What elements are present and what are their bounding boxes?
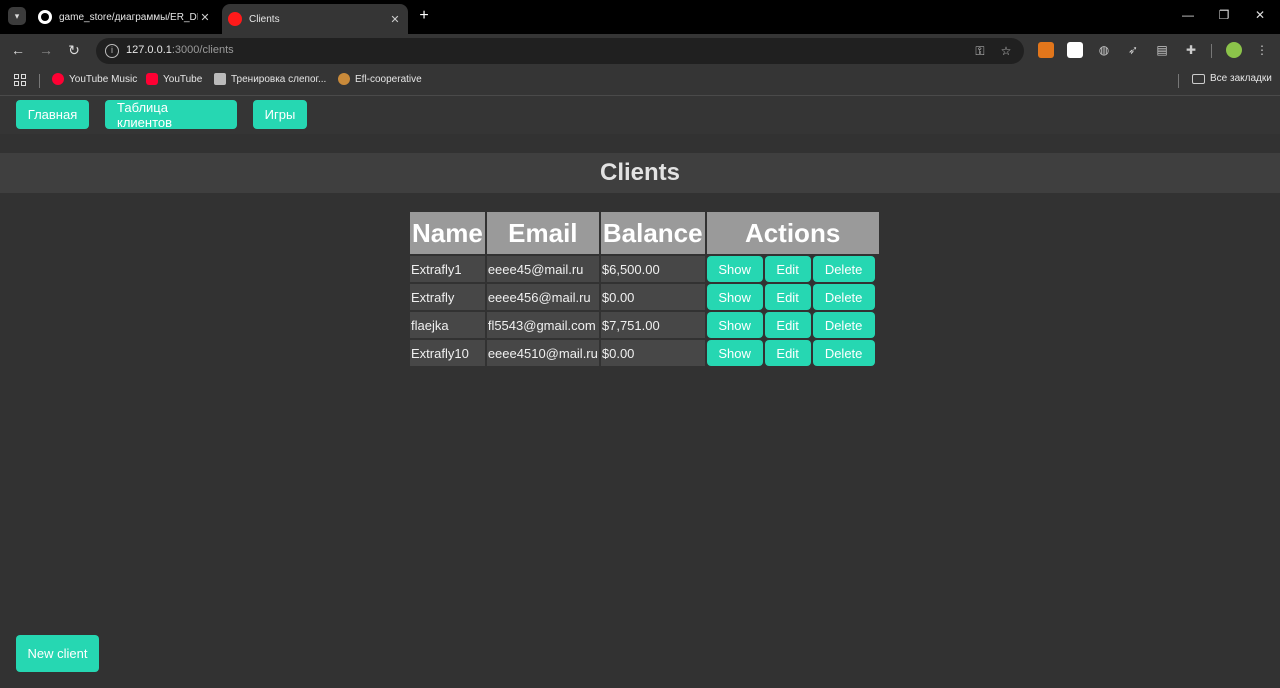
table-row: flaejka fl5543@gmail.com $7,751.00 Show E…: [410, 312, 879, 338]
menu-icon[interactable]: ⋮: [1254, 42, 1270, 58]
page-content: Главная Таблица клиентов Игры Clients Na…: [0, 96, 1280, 688]
cell-name: Extrafly: [410, 284, 485, 310]
table-header-row: Name Email Balance Actions: [410, 212, 879, 254]
browser-toolbar: ← → ↻ i 127.0.0.1:3000/clients ⚿ ☆ ◍ ➶ ▤…: [0, 34, 1280, 66]
toolbar-divider: [1211, 44, 1212, 58]
delete-button[interactable]: Delete: [812, 340, 875, 366]
clients-table: Name Email Balance Actions Extrafly1 eee…: [408, 210, 881, 368]
cell-name: Extrafly10: [410, 340, 485, 366]
new-tab-button[interactable]: +: [416, 7, 432, 25]
avatar[interactable]: [1226, 42, 1242, 58]
cell-actions: Show Edit Delete: [706, 284, 879, 310]
new-client-button[interactable]: New client: [16, 635, 99, 672]
delete-button[interactable]: Delete: [812, 312, 875, 338]
page-title: Clients: [599, 159, 680, 186]
github-icon: [38, 10, 52, 24]
nav-home-link[interactable]: Главная: [16, 100, 89, 129]
bookmark-youtube-music[interactable]: YouTube Music: [52, 73, 137, 85]
delete-button[interactable]: Delete: [812, 256, 875, 282]
show-button[interactable]: Show: [706, 312, 763, 338]
extension-icon[interactable]: [1067, 42, 1083, 58]
favicon-icon: [228, 12, 242, 26]
table-row: Extrafly eeee456@mail.ru $0.00 Show Edit D…: [410, 284, 879, 310]
folder-icon: [1192, 73, 1205, 84]
puzzle-icon[interactable]: ✚: [1183, 42, 1199, 58]
table-row: Extrafly1 eeee45@mail.ru $6,500.00 Show E…: [410, 256, 879, 282]
edit-button[interactable]: Edit: [764, 256, 811, 282]
cell-name: Extrafly1: [410, 256, 485, 282]
cell-name: flaejka: [410, 312, 485, 338]
show-button[interactable]: Show: [706, 340, 763, 366]
bookmark-divider: [39, 74, 40, 88]
tab-clients[interactable]: Clients ✕: [222, 4, 408, 34]
close-icon[interactable]: ✕: [388, 13, 402, 26]
page-header: Clients: [0, 153, 1280, 193]
page-icon: [214, 73, 226, 85]
forward-icon[interactable]: →: [36, 40, 56, 60]
cell-email: fl5543@gmail.com: [486, 312, 599, 338]
youtube-music-icon: [52, 73, 64, 85]
table-row: Extrafly10 eeee4510@mail.ru $0.00 Show Ed…: [410, 340, 879, 366]
globe-icon[interactable]: ◍: [1096, 42, 1112, 58]
site-info-icon[interactable]: i: [105, 44, 119, 58]
column-header-name: Name: [410, 212, 485, 254]
tab-title: Clients: [249, 13, 280, 25]
edit-button[interactable]: Edit: [764, 312, 811, 338]
efl-icon: [338, 73, 350, 85]
minimize-button[interactable]: —: [1178, 8, 1198, 22]
tab-strip: ▾ game_store/диаграммы/ER_DI... ✕ Client…: [0, 0, 1280, 34]
column-header-email: Email: [486, 212, 599, 254]
edit-button[interactable]: Edit: [764, 340, 811, 366]
restore-button[interactable]: ❐: [1214, 8, 1234, 22]
column-header-actions: Actions: [706, 212, 879, 254]
cell-balance: $0.00: [600, 284, 705, 310]
all-bookmarks[interactable]: Все закладки: [1192, 73, 1272, 84]
reload-icon[interactable]: ↻: [64, 40, 84, 60]
tab-github[interactable]: game_store/диаграммы/ER_DI... ✕: [32, 4, 218, 30]
bookmark-divider: [1178, 74, 1179, 88]
cell-balance: $0.00: [600, 340, 705, 366]
nav-clients-link[interactable]: Таблица клиентов: [105, 100, 237, 130]
close-window-button[interactable]: ✕: [1250, 8, 1270, 22]
cell-email: eeee45@mail.ru: [486, 256, 599, 282]
address-bar[interactable]: i 127.0.0.1:3000/clients ⚿ ☆: [96, 38, 1024, 64]
site-nav: Главная Таблица клиентов Игры: [0, 96, 1280, 134]
rocket-icon[interactable]: ➶: [1125, 42, 1141, 58]
printer-icon[interactable]: ▤: [1154, 42, 1170, 58]
nav-games-link[interactable]: Игры: [253, 100, 307, 129]
key-icon[interactable]: ⚿: [972, 43, 988, 59]
tab-title: game_store/диаграммы/ER_DI...: [59, 11, 198, 23]
cell-actions: Show Edit Delete: [706, 312, 879, 338]
column-header-balance: Balance: [600, 212, 705, 254]
show-button[interactable]: Show: [706, 256, 763, 282]
cell-balance: $6,500.00: [600, 256, 705, 282]
cell-email: eeee456@mail.ru: [486, 284, 599, 310]
cell-actions: Show Edit Delete: [706, 340, 879, 366]
cell-balance: $7,751.00: [600, 312, 705, 338]
delete-button[interactable]: Delete: [812, 284, 875, 310]
star-icon[interactable]: ☆: [998, 43, 1014, 59]
bookmark-efl[interactable]: Efl-cooperative: [338, 73, 422, 85]
edit-button[interactable]: Edit: [764, 284, 811, 310]
bookmarks-bar: YouTube Music YouTube Тренировка слепог.…: [0, 66, 1280, 96]
back-icon[interactable]: ←: [8, 40, 28, 60]
apps-icon[interactable]: [14, 74, 26, 86]
bookmark-typing[interactable]: Тренировка слепог...: [214, 73, 326, 85]
cell-actions: Show Edit Delete: [706, 256, 879, 282]
url-text[interactable]: 127.0.0.1:3000/clients: [126, 44, 234, 56]
close-icon[interactable]: ✕: [198, 11, 212, 24]
metamask-icon[interactable]: [1038, 42, 1054, 58]
youtube-icon: [146, 73, 158, 85]
show-button[interactable]: Show: [706, 284, 763, 310]
cell-email: eeee4510@mail.ru: [486, 340, 599, 366]
bookmark-youtube[interactable]: YouTube: [146, 73, 202, 85]
tab-search-button[interactable]: ▾: [8, 7, 26, 25]
